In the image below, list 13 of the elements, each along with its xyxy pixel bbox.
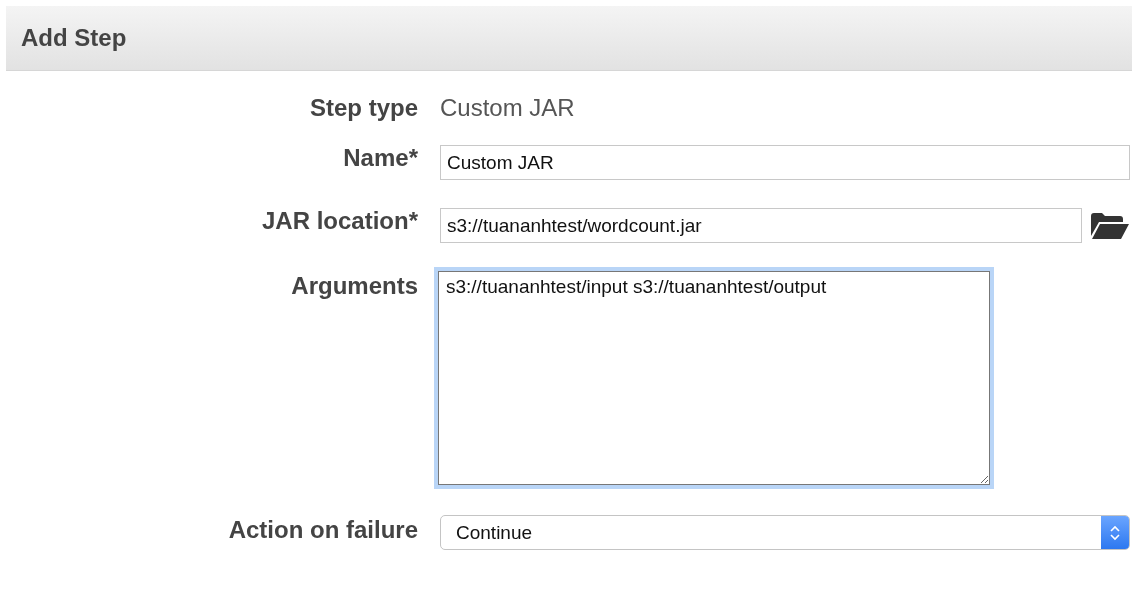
folder-icon[interactable] bbox=[1090, 211, 1130, 240]
field-label: JAR location* bbox=[260, 208, 418, 234]
field-label: Action on failure bbox=[227, 515, 418, 545]
text-field[interactable]: s3://tuananhtest/wordcount.jar bbox=[440, 208, 1082, 243]
panel-title: Add Step bbox=[21, 24, 127, 52]
field-label: Name* bbox=[342, 145, 418, 171]
field-value: Custom JAR bbox=[440, 93, 575, 123]
stepper-icon bbox=[1101, 516, 1129, 549]
text-field[interactable]: Custom JAR bbox=[440, 145, 1130, 180]
arguments-field[interactable]: s3://tuananhtest/input s3://tuananhtest/output bbox=[438, 271, 990, 485]
dropdown[interactable]: Continue bbox=[440, 515, 1130, 550]
field-label: Step type bbox=[308, 93, 418, 123]
field-label: Arguments bbox=[290, 271, 418, 301]
